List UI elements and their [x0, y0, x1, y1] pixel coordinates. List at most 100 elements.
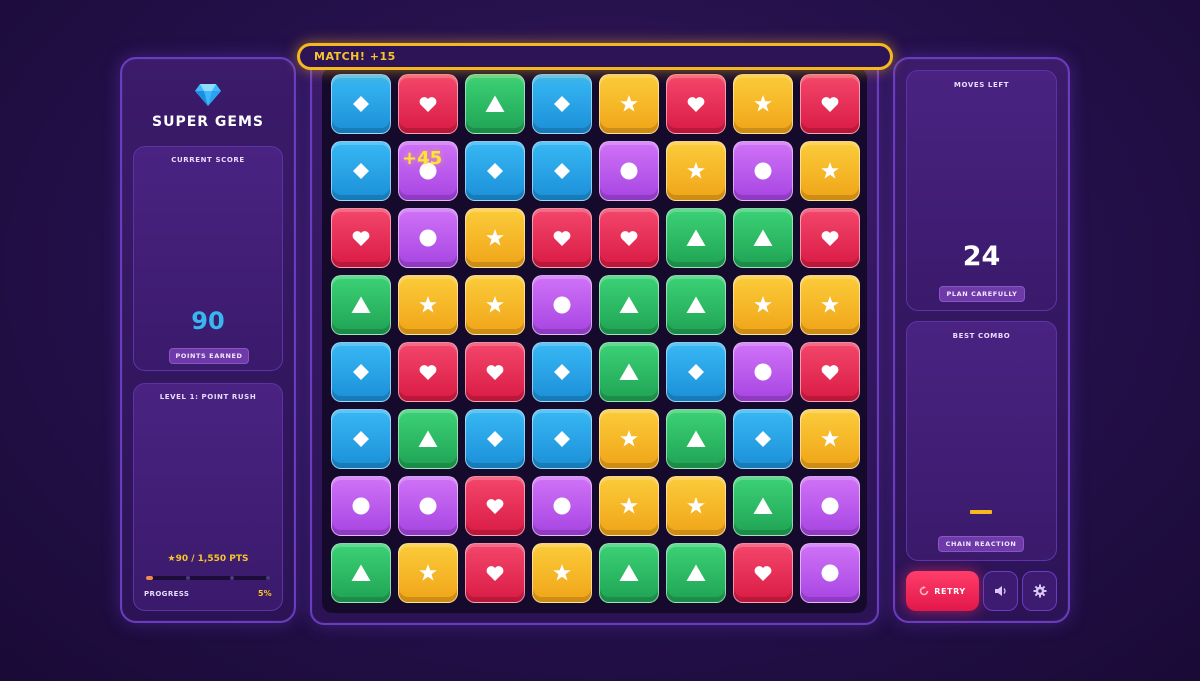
- diamond-icon: [353, 163, 369, 179]
- gem-yellow-star[interactable]: [800, 409, 860, 469]
- retry-button[interactable]: RETRY: [906, 571, 979, 611]
- triangle-icon: [619, 296, 639, 313]
- gem-red-heart[interactable]: [733, 543, 793, 603]
- diamond-icon: [353, 364, 369, 380]
- gem-yellow-star[interactable]: [800, 141, 860, 201]
- gem-purple-circle[interactable]: [599, 141, 659, 201]
- gem-blue-diamond[interactable]: [331, 409, 391, 469]
- gem-purple-circle[interactable]: [532, 476, 592, 536]
- gem-blue-diamond[interactable]: [532, 141, 592, 201]
- gem-blue-diamond[interactable]: [465, 409, 525, 469]
- progress-fill: [146, 576, 154, 580]
- gem-red-heart[interactable]: [465, 342, 525, 402]
- gem-green-triangle[interactable]: [733, 208, 793, 268]
- circle-icon: [352, 497, 370, 515]
- gem-yellow-star[interactable]: [599, 476, 659, 536]
- gem-yellow-star[interactable]: [398, 543, 458, 603]
- gem-red-heart[interactable]: [398, 74, 458, 134]
- gem-red-heart[interactable]: [599, 208, 659, 268]
- star-icon: [553, 564, 571, 581]
- diamond-icon: [554, 431, 570, 447]
- gem-blue-diamond[interactable]: [532, 409, 592, 469]
- gem-purple-circle[interactable]: [331, 476, 391, 536]
- gem-blue-diamond[interactable]: [465, 141, 525, 201]
- speaker-icon: [994, 586, 1006, 596]
- moves-value: 24: [962, 241, 1001, 272]
- heart-icon: [419, 365, 437, 380]
- gem-red-heart[interactable]: [532, 208, 592, 268]
- gem-green-triangle[interactable]: [398, 409, 458, 469]
- gem-red-heart[interactable]: [398, 342, 458, 402]
- settings-button[interactable]: [1022, 571, 1057, 611]
- star-icon: [754, 296, 772, 313]
- gem-green-triangle[interactable]: [599, 342, 659, 402]
- gem-blue-diamond[interactable]: [331, 342, 391, 402]
- gem-green-triangle[interactable]: [599, 543, 659, 603]
- triangle-icon: [753, 497, 773, 514]
- gem-yellow-star[interactable]: [733, 74, 793, 134]
- gem-purple-circle[interactable]: [800, 476, 860, 536]
- gem-yellow-star[interactable]: [465, 275, 525, 335]
- gem-blue-diamond[interactable]: [532, 74, 592, 134]
- gem-purple-circle[interactable]: [733, 342, 793, 402]
- diamond-icon: [353, 96, 369, 112]
- score-label: CURRENT SCORE: [171, 156, 245, 164]
- gem-green-triangle[interactable]: [599, 275, 659, 335]
- gem-blue-diamond[interactable]: [532, 342, 592, 402]
- gem-purple-circle[interactable]: [800, 543, 860, 603]
- floating-score: +45: [402, 148, 443, 169]
- sound-button[interactable]: [983, 571, 1018, 611]
- gem-yellow-star[interactable]: [666, 141, 726, 201]
- gem-yellow-star[interactable]: [800, 275, 860, 335]
- gem-blue-diamond[interactable]: [666, 342, 726, 402]
- gem-yellow-star[interactable]: [599, 74, 659, 134]
- circle-icon: [821, 497, 839, 515]
- gem-purple-circle[interactable]: [398, 208, 458, 268]
- gem-green-triangle[interactable]: [666, 409, 726, 469]
- heart-icon: [553, 231, 571, 246]
- triangle-icon: [418, 430, 438, 447]
- gem-red-heart[interactable]: [800, 74, 860, 134]
- gem-red-heart[interactable]: [465, 543, 525, 603]
- gem-yellow-star[interactable]: [666, 476, 726, 536]
- gem-yellow-star[interactable]: [532, 543, 592, 603]
- gem-blue-diamond[interactable]: [733, 409, 793, 469]
- gem-purple-circle[interactable]: [733, 141, 793, 201]
- gem-red-heart[interactable]: [800, 342, 860, 402]
- gem-green-triangle[interactable]: [666, 275, 726, 335]
- gem-blue-diamond[interactable]: [331, 141, 391, 201]
- triangle-icon: [686, 430, 706, 447]
- gem-red-heart[interactable]: [800, 208, 860, 268]
- heart-icon: [352, 231, 370, 246]
- gem-yellow-star[interactable]: [465, 208, 525, 268]
- gem-red-heart[interactable]: [666, 74, 726, 134]
- gem-purple-circle[interactable]: [398, 476, 458, 536]
- gem-green-triangle[interactable]: [331, 543, 391, 603]
- star-icon: [486, 296, 504, 313]
- gem-blue-diamond[interactable]: [331, 74, 391, 134]
- gem-green-triangle[interactable]: [465, 74, 525, 134]
- triangle-icon: [686, 564, 706, 581]
- score-card: CURRENT SCORE 90 POINTS EARNED: [133, 146, 283, 371]
- gem-green-triangle[interactable]: [331, 275, 391, 335]
- star-icon: [821, 162, 839, 179]
- star-icon: [620, 95, 638, 112]
- gem-yellow-star[interactable]: [599, 409, 659, 469]
- heart-icon: [687, 97, 705, 112]
- progress-percent: 5%: [258, 589, 272, 598]
- diamond-icon: [353, 431, 369, 447]
- triangle-icon: [619, 564, 639, 581]
- combo-value-dash: [970, 510, 992, 514]
- gem-yellow-star[interactable]: [733, 275, 793, 335]
- gem-green-triangle[interactable]: [666, 543, 726, 603]
- gem-red-heart[interactable]: [465, 476, 525, 536]
- gem-purple-circle[interactable]: [532, 275, 592, 335]
- star-icon: [687, 497, 705, 514]
- gem-yellow-star[interactable]: [398, 275, 458, 335]
- circle-icon: [419, 497, 437, 515]
- gem-green-triangle[interactable]: [666, 208, 726, 268]
- points-earned-badge: POINTS EARNED: [169, 348, 249, 364]
- star-icon: [754, 95, 772, 112]
- gem-red-heart[interactable]: [331, 208, 391, 268]
- gem-green-triangle[interactable]: [733, 476, 793, 536]
